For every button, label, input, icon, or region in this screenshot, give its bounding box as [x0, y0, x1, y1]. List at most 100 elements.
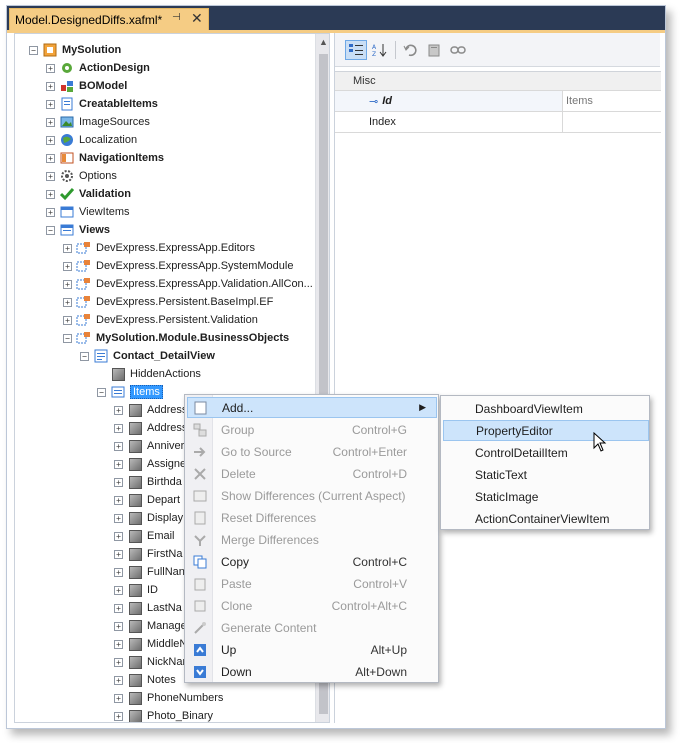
- tree-node[interactable]: + DevExpress.ExpressApp.Validation.AllCon…: [63, 275, 313, 293]
- expand-icon[interactable]: +: [114, 405, 123, 415]
- expand-icon[interactable]: +: [46, 63, 55, 73]
- expand-icon[interactable]: +: [46, 153, 55, 163]
- collapse-icon[interactable]: −: [29, 45, 38, 55]
- tree-node[interactable]: + Notes: [114, 671, 176, 689]
- submenu-item-statictext[interactable]: StaticText: [443, 464, 649, 485]
- tree-node[interactable]: − Items: [97, 383, 163, 401]
- expand-icon[interactable]: +: [114, 657, 123, 667]
- expand-icon[interactable]: +: [114, 531, 123, 541]
- tree-node[interactable]: + ImageSources: [46, 113, 150, 131]
- expand-icon[interactable]: +: [63, 279, 72, 289]
- expand-icon[interactable]: +: [46, 135, 55, 145]
- menu-item-paste[interactable]: Paste Control+V: [187, 573, 437, 594]
- tree-node[interactable]: − Views: [46, 221, 110, 239]
- property-row-id[interactable]: ⊸ Id Items: [335, 91, 661, 112]
- menu-item-clone[interactable]: Clone Control+Alt+C: [187, 595, 437, 616]
- scroll-up-icon[interactable]: ▲: [319, 37, 328, 47]
- menu-item-group[interactable]: Group Control+G: [187, 419, 437, 440]
- menu-item-delete[interactable]: Delete Control+D: [187, 463, 437, 484]
- tree-node[interactable]: + DevExpress.ExpressApp.SystemModule: [63, 257, 293, 275]
- expand-icon[interactable]: +: [114, 711, 123, 721]
- menu-item-generate-content[interactable]: Generate Content: [187, 617, 437, 638]
- submenu-item-dashboardviewitem[interactable]: DashboardViewItem: [443, 398, 649, 419]
- menu-item-reset-differences[interactable]: Reset Differences: [187, 507, 437, 528]
- property-row-index[interactable]: Index: [335, 112, 661, 133]
- menu-item-up[interactable]: Up Alt+Up: [187, 639, 437, 660]
- pin-icon[interactable]: ⊣: [172, 12, 181, 23]
- tree-node[interactable]: + Display: [114, 509, 183, 527]
- tree-node[interactable]: + Address: [114, 419, 187, 437]
- expand-icon[interactable]: +: [114, 675, 123, 685]
- tree-node[interactable]: − MySolution.Module.BusinessObjects: [63, 329, 289, 347]
- tree-node[interactable]: + Options: [46, 167, 117, 185]
- expand-icon[interactable]: +: [46, 207, 55, 217]
- tree-node[interactable]: + DevExpress.ExpressApp.Editors: [63, 239, 255, 257]
- tree-node[interactable]: + ActionDesign: [46, 59, 150, 77]
- expand-icon[interactable]: +: [114, 549, 123, 559]
- tree-node[interactable]: + Assigne: [114, 455, 186, 473]
- tree-node[interactable]: + NavigationItems: [46, 149, 164, 167]
- menu-item-go-to-source[interactable]: Go to Source Control+Enter: [187, 441, 437, 462]
- tree-node[interactable]: + Manage: [114, 617, 187, 635]
- expand-icon[interactable]: +: [63, 261, 72, 271]
- delete-icon[interactable]: [423, 40, 445, 60]
- tree-node[interactable]: + ViewItems: [46, 203, 130, 221]
- submenu-item-controldetailitem[interactable]: ControlDetailItem: [443, 442, 649, 463]
- tree-node[interactable]: + ID: [114, 581, 158, 599]
- document-tab[interactable]: Model.DesignedDiffs.xafml* ⊣ ✕: [9, 8, 209, 30]
- expand-icon[interactable]: +: [114, 639, 123, 649]
- expand-icon[interactable]: +: [63, 315, 72, 325]
- tree-node[interactable]: + FirstNa: [114, 545, 182, 563]
- collapse-icon[interactable]: −: [97, 387, 106, 397]
- tree-node[interactable]: + Address: [114, 401, 187, 419]
- tree-node[interactable]: − MySolution: [29, 41, 121, 59]
- expand-icon[interactable]: +: [46, 81, 55, 91]
- tree-node[interactable]: + Validation: [46, 185, 131, 203]
- tree-node[interactable]: + PhoneNumbers: [114, 689, 223, 707]
- menu-item-merge-differences[interactable]: Merge Differences: [187, 529, 437, 550]
- expand-icon[interactable]: +: [114, 495, 123, 505]
- expand-icon[interactable]: +: [114, 603, 123, 613]
- collapse-icon[interactable]: −: [46, 225, 55, 235]
- tree-node[interactable]: + Birthda: [114, 473, 182, 491]
- tree-node[interactable]: + CreatableItems: [46, 95, 158, 113]
- submenu-item-staticimage[interactable]: StaticImage: [443, 486, 649, 507]
- tree-node[interactable]: + Anniver: [114, 437, 184, 455]
- tree-node[interactable]: − Contact_DetailView: [80, 347, 215, 365]
- menu-item-copy[interactable]: Copy Control+C: [187, 551, 437, 572]
- tree-node[interactable]: + FullNan: [114, 563, 185, 581]
- property-value-id[interactable]: Items: [563, 91, 661, 111]
- submenu-item-actioncontainerviewitem[interactable]: ActionContainerViewItem: [443, 508, 649, 529]
- tree-node[interactable]: HiddenActions: [97, 365, 201, 383]
- expand-icon[interactable]: +: [63, 297, 72, 307]
- menu-item-add[interactable]: Add... ▶: [187, 397, 437, 418]
- tree-node[interactable]: + Depart: [114, 491, 180, 509]
- tree-node[interactable]: + DevExpress.Persistent.BaseImpl.EF: [63, 293, 273, 311]
- submenu-item-propertyeditor[interactable]: PropertyEditor: [443, 420, 649, 441]
- expand-icon[interactable]: +: [63, 243, 72, 253]
- categorized-icon[interactable]: [345, 40, 367, 60]
- expand-icon[interactable]: +: [114, 513, 123, 523]
- tree-node[interactable]: + NickNan: [114, 653, 189, 671]
- tree-node[interactable]: + Photo_Binary: [114, 707, 213, 722]
- collapse-icon[interactable]: −: [63, 333, 72, 343]
- expand-icon[interactable]: +: [114, 621, 123, 631]
- expand-icon[interactable]: +: [114, 441, 123, 451]
- expand-icon[interactable]: +: [114, 585, 123, 595]
- expand-icon[interactable]: +: [114, 567, 123, 577]
- close-tab-icon[interactable]: ✕: [191, 10, 203, 27]
- tree-node[interactable]: + Localization: [46, 131, 137, 149]
- expand-icon[interactable]: +: [46, 189, 55, 199]
- collapse-icon[interactable]: −: [80, 351, 89, 361]
- expand-icon[interactable]: +: [114, 459, 123, 469]
- category-misc[interactable]: Misc: [335, 72, 661, 91]
- menu-item-show-differences-current-aspect[interactable]: Show Differences (Current Aspect): [187, 485, 437, 506]
- expand-icon[interactable]: +: [114, 477, 123, 487]
- expand-icon[interactable]: +: [46, 171, 55, 181]
- expand-icon[interactable]: +: [46, 117, 55, 127]
- tree-node[interactable]: + DevExpress.Persistent.Validation: [63, 311, 258, 329]
- link-icon[interactable]: [447, 40, 469, 60]
- alphabetical-icon[interactable]: AZ: [369, 40, 391, 60]
- expand-icon[interactable]: +: [114, 423, 123, 433]
- tree-node[interactable]: + BOModel: [46, 77, 127, 95]
